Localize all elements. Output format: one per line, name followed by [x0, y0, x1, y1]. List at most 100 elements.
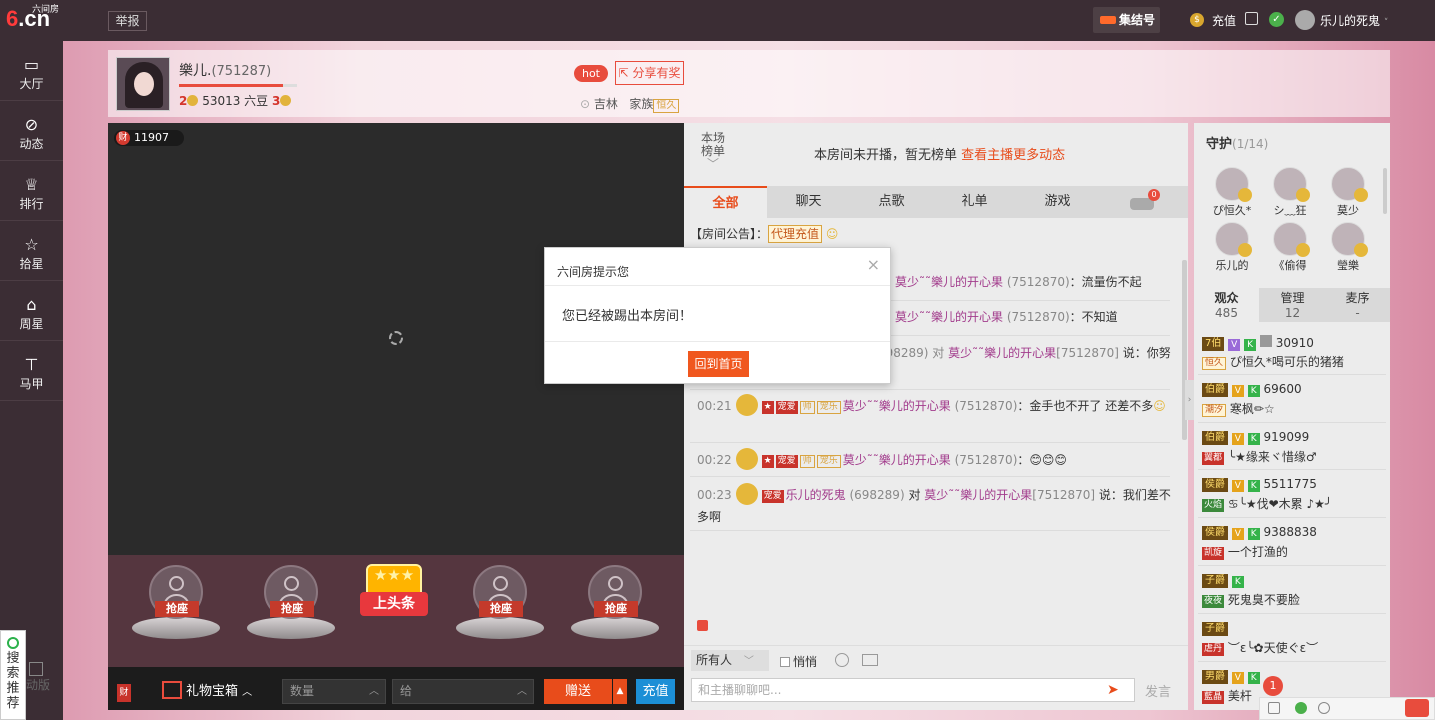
edit-icon[interactable] — [1245, 12, 1258, 25]
recipient-placeholder: 给 — [400, 684, 413, 698]
nav-item-rank[interactable]: ♕ 排行 — [0, 161, 63, 221]
send-plane-icon[interactable]: ➤ — [1107, 682, 1119, 698]
wealth-button[interactable]: 财 — [117, 684, 131, 702]
zoom-icon[interactable] — [1318, 702, 1330, 714]
message-recipient[interactable]: 莫少˜˜樂儿的开心果 — [924, 488, 1032, 502]
anchor-avatar[interactable] — [116, 57, 170, 111]
collapse-panel-icon[interactable]: › — [1185, 380, 1194, 420]
family-badge: 夜夜 — [1202, 595, 1225, 608]
check-icon[interactable] — [1295, 702, 1307, 714]
send-gift-button[interactable]: 赠送 — [544, 679, 612, 704]
gather-button[interactable]: 集结号 — [1093, 7, 1160, 33]
grab-seat-button[interactable]: 抢座 — [155, 601, 199, 617]
check-icon[interactable]: ✓ — [1269, 12, 1284, 27]
guard-member[interactable]: 瑩樂 — [1323, 222, 1373, 273]
site-logo[interactable]: 6.cn 六间房 — [6, 4, 59, 32]
guard-badge-icon — [1354, 188, 1368, 202]
nav-item-star[interactable]: ☆ 拾星 — [0, 221, 63, 281]
audience-name: ︶ε╰✿天使ぐε︶ — [1227, 641, 1319, 655]
grab-seat-button[interactable]: 抢座 — [270, 601, 314, 617]
rank-badge: 子爵 — [1202, 622, 1228, 636]
audience-badges: 男爵 V K — [1202, 669, 1260, 684]
tab-audience[interactable]: 观众 485 — [1194, 288, 1259, 322]
rank-status-text: 本房间未开播，暂无榜单 — [814, 148, 958, 163]
guard-member[interactable]: 《偷得 — [1265, 222, 1315, 273]
tab-gifts[interactable]: 礼单 — [933, 186, 1016, 218]
message-sender[interactable]: 莫少˜˜樂儿的开心果 — [948, 346, 1056, 360]
seat-slot[interactable]: 抢座 — [247, 565, 337, 660]
notification-badge[interactable]: 1 — [1263, 676, 1283, 696]
recipient-select[interactable]: 所有人 ﹀ — [691, 650, 769, 671]
search-recommend[interactable]: 搜索推荐 — [0, 630, 26, 720]
guard-member[interactable]: 莫少 — [1323, 167, 1373, 218]
send-dropdown-icon[interactable]: ▲ — [613, 679, 627, 704]
whisper-checkbox[interactable] — [780, 657, 790, 667]
audience-badges: 伯爵 V K 69600 — [1202, 382, 1302, 397]
nav-item-feed[interactable]: ⊘ 动态 — [0, 101, 63, 161]
tab-games[interactable]: 游戏 — [1016, 186, 1099, 218]
audience-name: ╰★缘来ヾ惜缘♂ — [1227, 450, 1317, 464]
rank-more-link[interactable]: 查看主播更多动态 — [961, 148, 1065, 163]
announce-tag[interactable]: 代理充值 — [768, 225, 823, 243]
user-avatar[interactable] — [1295, 10, 1315, 30]
grab-seat-button[interactable]: 抢座 — [594, 601, 638, 617]
seat-slot[interactable]: 抢座 — [571, 565, 661, 660]
close-icon[interactable]: × — [867, 255, 880, 274]
message-sender[interactable]: 莫少˜˜樂儿的开心果 — [895, 275, 1003, 289]
guard-member[interactable]: 乐儿的 — [1207, 222, 1257, 273]
message-sender[interactable]: 莫少˜˜樂儿的开心果 — [843, 399, 951, 413]
report-button[interactable]: 举报 — [108, 11, 147, 31]
chevron-down-icon: ˅ — [1383, 18, 1389, 28]
guard-title: 守护(1/14) — [1206, 133, 1268, 152]
recipient-input[interactable]: 给 ︿ — [392, 679, 534, 704]
guard-scrollbar[interactable] — [1383, 168, 1387, 214]
emoji-icon[interactable] — [835, 653, 849, 667]
nav-item-vest[interactable]: ⊤ 马甲 — [0, 341, 63, 401]
guard-shield-icon — [735, 394, 758, 416]
message-sender[interactable]: 乐儿的死鬼 — [786, 488, 846, 502]
message-sender[interactable]: 莫少˜˜樂儿的开心果 — [843, 453, 951, 467]
message-sender[interactable]: 莫少˜˜樂儿的开心果 — [895, 310, 1003, 324]
quantity-input[interactable]: 数量 ︿ — [282, 679, 386, 704]
message-time: 00:23 — [697, 488, 732, 502]
user-menu[interactable]: 乐儿的死鬼 ˅ — [1320, 12, 1388, 29]
headline-button[interactable]: ★★★ 上头条 — [358, 562, 432, 638]
recharge-button[interactable]: 充值 — [636, 679, 675, 704]
grab-seat-button[interactable]: 抢座 — [479, 601, 523, 617]
audience-id: 5511775 — [1263, 477, 1317, 491]
anchor-name[interactable]: 樂儿.(751287) — [179, 60, 271, 80]
old-version-link[interactable]: 动版 — [26, 660, 54, 700]
tab-mic-queue[interactable]: 麦序 - — [1325, 288, 1390, 322]
nav-item-hall[interactable]: ▭ 大厅 — [0, 41, 63, 101]
audience-name-row: 翼都 ╰★缘来ヾ惜缘♂ — [1202, 448, 1317, 465]
audience-divider — [1198, 374, 1386, 375]
back-home-button[interactable]: 回到首页 — [688, 351, 749, 377]
gift-box-button[interactable]: 礼物宝箱 ︿ — [162, 680, 252, 699]
audience-name: ♋╰★伐❤木累 ♪★╯ — [1227, 497, 1333, 511]
image-icon[interactable] — [862, 654, 878, 666]
chat-input[interactable]: 和主播聊聊吧... — [691, 678, 1135, 702]
send-message-button[interactable]: 发言 — [1145, 681, 1171, 700]
family-tag[interactable]: 恒久 — [653, 99, 680, 113]
chat-bubble-icon[interactable] — [1405, 699, 1429, 717]
rank-toggle[interactable]: 本场榜单 ﹀ — [700, 132, 726, 171]
badge-icon: ★ — [761, 401, 774, 414]
top-recharge-link[interactable]: 充值 — [1212, 12, 1236, 29]
seat-platform — [456, 617, 544, 639]
whisper-toggle[interactable]: 悄悄 — [780, 653, 817, 670]
guard-member[interactable]: ぴ恒久* — [1207, 167, 1257, 218]
tab-songs[interactable]: 点歌 — [850, 186, 933, 218]
tab-chat[interactable]: 聊天 — [767, 186, 850, 218]
guard-name: ぴ恒久* — [1212, 204, 1252, 217]
share-button[interactable]: ⇱ 分享有奖 — [615, 61, 684, 85]
nav-item-weekstar[interactable]: ⌂ 周星 — [0, 281, 63, 341]
seat-slot[interactable]: 抢座 — [132, 565, 222, 660]
k-badge: K — [1231, 576, 1244, 588]
broadcast-icon[interactable] — [697, 620, 708, 631]
guard-member[interactable]: シ﹏狂 — [1265, 167, 1315, 218]
tab-all[interactable]: 全部 — [684, 186, 767, 218]
family-badge: 藍晶 — [1202, 691, 1225, 704]
mail-icon[interactable] — [1268, 702, 1280, 714]
tab-admins[interactable]: 管理 12 — [1260, 288, 1325, 322]
seat-slot[interactable]: 抢座 — [456, 565, 546, 660]
